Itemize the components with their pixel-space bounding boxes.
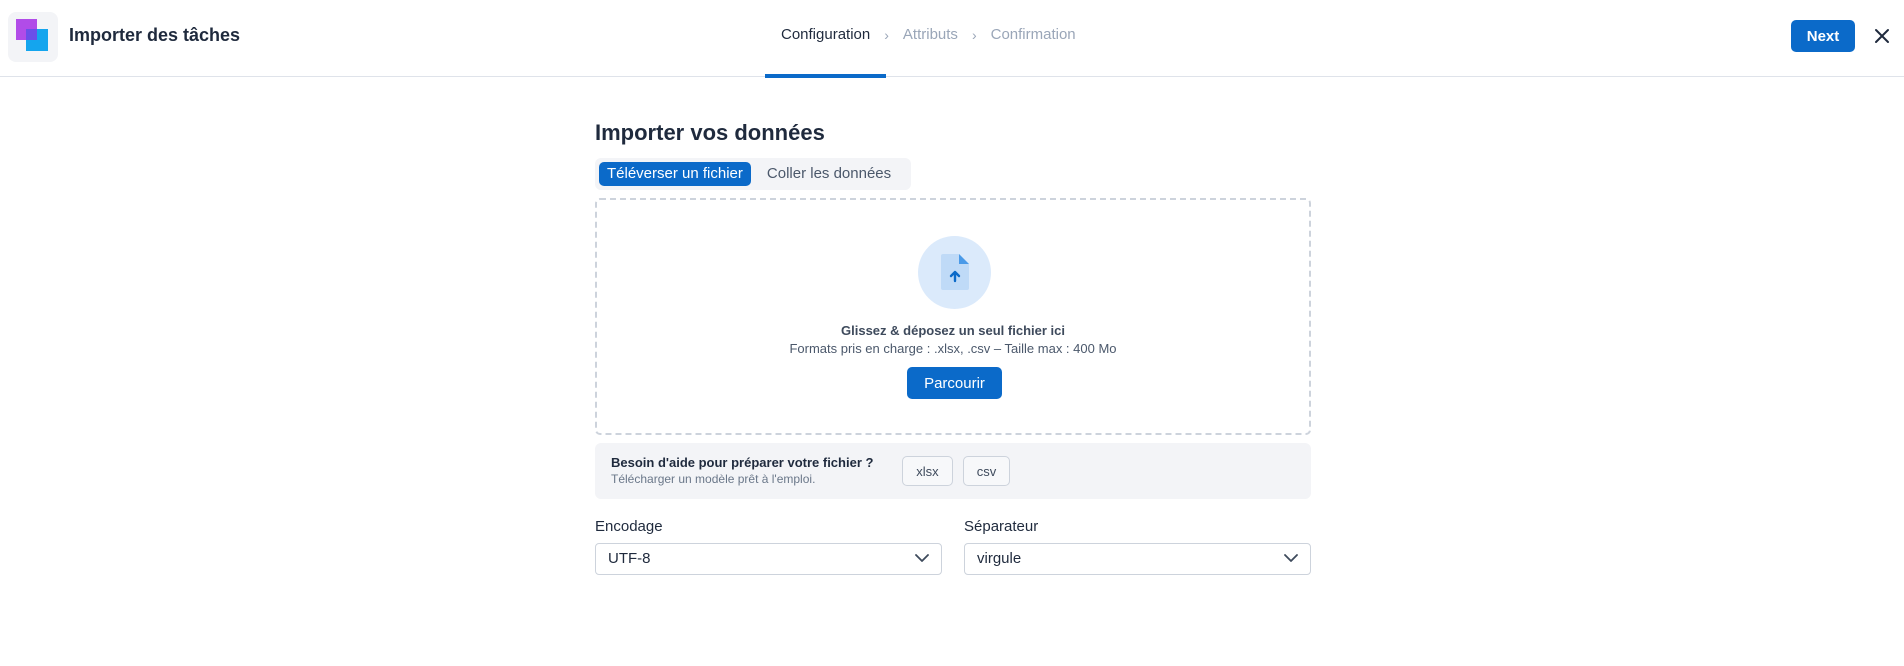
import-panel: Importer vos données Téléverser un fichi… [595,118,1311,575]
step-attributs[interactable]: Attributs [903,0,958,77]
tab-upload-file[interactable]: Téléverser un fichier [599,162,751,186]
encoding-value: UTF-8 [608,550,651,567]
help-subtitle: Télécharger un modèle prêt à l'emploi. [611,472,816,486]
chevron-down-icon [1284,554,1298,562]
help-title: Besoin d'aide pour préparer votre fichie… [611,455,874,470]
encoding-select[interactable]: UTF-8 [595,543,942,575]
template-help-box: Besoin d'aide pour préparer votre fichie… [595,443,1311,499]
app-title: Importer des tâches [69,25,241,45]
app-logo [8,12,58,62]
tab-paste-data[interactable]: Coller les données [755,162,903,186]
separator-value: virgule [977,550,1022,567]
separator-select[interactable]: virgule [964,543,1311,575]
import-settings: Encodage UTF-8 Séparateur virgule [595,517,1311,575]
encoding-label: Encodage [595,518,663,535]
file-upload-icon [918,236,991,309]
download-csv-template-button[interactable]: csv [963,456,1010,486]
browse-button[interactable]: Parcourir [907,367,1002,399]
stepper: Configuration › Attributs › Confirmation [765,0,1076,78]
separator-label: Séparateur [964,518,1039,535]
close-icon[interactable] [1870,24,1894,48]
download-xlsx-template-button[interactable]: xlsx [902,456,953,486]
header-bar: Importer des tâches Configuration › Attr… [0,0,1904,78]
dropzone-title: Glissez & déposez un seul fichier ici [841,323,1065,338]
separator-field: Séparateur virgule [964,517,1311,575]
encoding-field: Encodage UTF-8 [595,517,942,575]
next-button[interactable]: Next [1791,20,1855,52]
step-confirmation[interactable]: Confirmation [991,0,1076,77]
chevron-down-icon [915,554,929,562]
file-dropzone[interactable]: Glissez & déposez un seul fichier ici Fo… [595,198,1311,435]
step-configuration[interactable]: Configuration [765,0,887,78]
dropzone-formats: Formats pris en charge : .xlsx, .csv – T… [789,341,1117,356]
source-tabs: Téléverser un fichier Coller les données [595,158,912,190]
chevron-right-icon: › [971,27,977,43]
page-title: Importer vos données [595,120,825,145]
